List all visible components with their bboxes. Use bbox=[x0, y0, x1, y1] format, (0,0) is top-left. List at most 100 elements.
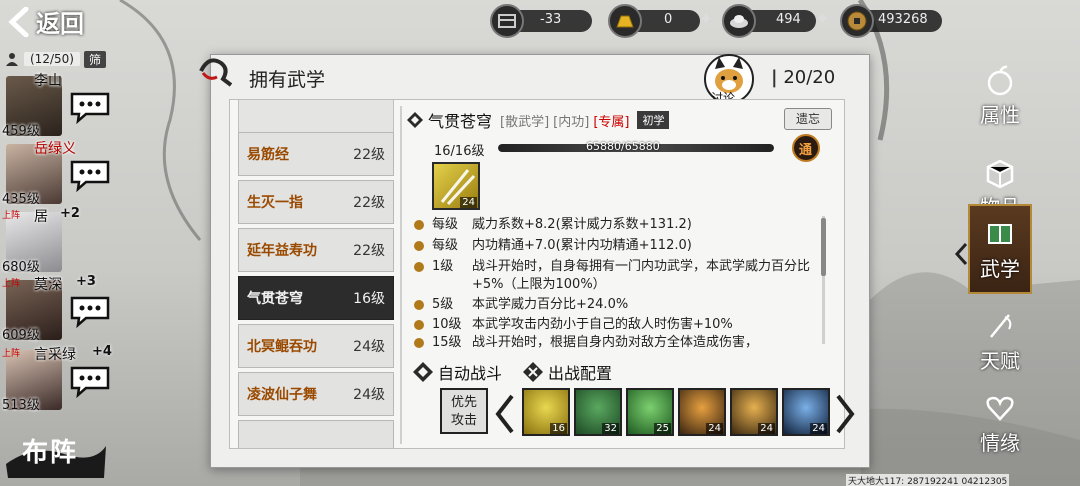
skill-list-item[interactable] bbox=[238, 420, 394, 448]
exp-text: 65880/65880 bbox=[586, 140, 660, 153]
back-button[interactable]: 返回 bbox=[8, 4, 84, 39]
slot-level: 16 bbox=[550, 423, 567, 434]
effects-scrollbar-thumb[interactable] bbox=[821, 218, 826, 276]
resource-value: 493268 bbox=[878, 12, 928, 27]
skill-list-item-selected[interactable]: 气贯苍穹 16级 bbox=[238, 276, 394, 320]
bullet-icon bbox=[414, 320, 424, 330]
rank-plus: +2 bbox=[60, 206, 80, 221]
chevron-left-icon[interactable] bbox=[494, 394, 516, 434]
auto-battle-label: 自动战斗 bbox=[438, 364, 503, 383]
battle-config-option[interactable]: 出战配置 bbox=[522, 360, 612, 384]
skill-name: 凌波仙子舞 bbox=[247, 387, 317, 403]
gold-bar-icon bbox=[608, 4, 642, 38]
skill-level: 24级 bbox=[353, 339, 385, 355]
tab-talents[interactable]: 天赋 bbox=[968, 296, 1032, 386]
priority-attack-button[interactable]: 优先 攻击 bbox=[440, 388, 488, 434]
effect-level: 15级 bbox=[432, 335, 462, 348]
equipped-skill-slot[interactable]: 24 bbox=[782, 388, 830, 436]
copper-coin-icon bbox=[840, 4, 874, 38]
effect-row: 15级 战斗开始时，根据自身内劲对敌方全体造成伤害， bbox=[410, 334, 820, 348]
character-name: 岳绿义 bbox=[34, 141, 76, 157]
needle-icon bbox=[990, 313, 1012, 338]
skill-level: 24级 bbox=[353, 387, 385, 403]
skill-list-item[interactable]: 易筋经 22级 bbox=[238, 132, 394, 176]
forget-button[interactable]: 遗忘 bbox=[784, 108, 832, 130]
filter-button[interactable]: 筛 bbox=[83, 50, 106, 68]
formation-button[interactable]: 布阵 bbox=[4, 424, 108, 480]
chevron-left-icon bbox=[954, 242, 968, 266]
bullet-icon bbox=[414, 262, 424, 272]
character-card[interactable]: 李山 459级 bbox=[0, 70, 120, 139]
bullet-icon bbox=[414, 338, 424, 348]
skill-list: 易筋经 22级 生灭一指 22级 延年益寿功 22级 气贯苍穹 16级 北冥鲲吞功 24级… bbox=[238, 100, 398, 448]
skill-icon[interactable]: 24 bbox=[432, 162, 480, 210]
effect-text: 本武学威力百分比+24.0% bbox=[472, 297, 629, 312]
tong-badge[interactable]: 通 bbox=[792, 134, 820, 162]
add-gold-button[interactable]: ✦ bbox=[696, 10, 716, 30]
skill-list-item[interactable]: 生灭一指 22级 bbox=[238, 180, 394, 224]
on-field-badge: 上阵 bbox=[2, 349, 21, 359]
exclusive-tag: [专属] bbox=[593, 114, 630, 130]
effect-text: 战斗开始时，根据自身内劲对敌方全体造成伤害， bbox=[472, 335, 759, 348]
effect-text: 本武学攻击内劲小于自己的敌人时伤害+10% bbox=[472, 317, 733, 332]
add-silver-button[interactable]: ✦ bbox=[812, 10, 832, 30]
tab-martial-arts[interactable]: 武学 bbox=[954, 204, 1032, 294]
character-name: 言采绿 bbox=[34, 347, 76, 363]
character-level: 609级 bbox=[2, 328, 40, 343]
equipped-skill-slot[interactable]: 24 bbox=[678, 388, 726, 436]
skill-list-item[interactable] bbox=[238, 100, 394, 134]
back-label: 返回 bbox=[36, 10, 84, 38]
chat-bubble-icon[interactable] bbox=[68, 90, 112, 124]
character-card[interactable]: 上阵 居 +2 680级 bbox=[0, 206, 120, 275]
auto-battle-option[interactable]: 自动战斗 bbox=[412, 360, 502, 384]
silver-ingot-icon bbox=[722, 4, 756, 38]
effect-text: 战斗开始时，自身每拥有一门内功武学，本武学威力百分比+5%（上限为100%） bbox=[472, 259, 811, 292]
skill-icon-level: 24 bbox=[460, 197, 477, 208]
skill-title: 气贯苍穹 bbox=[428, 112, 493, 131]
character-card[interactable]: 上阵 言采绿 +4 513级 bbox=[0, 344, 120, 413]
effect-level: 每级 bbox=[432, 217, 459, 232]
diamond-icon bbox=[407, 112, 423, 128]
skill-list-item[interactable]: 延年益寿功 22级 bbox=[238, 228, 394, 272]
chat-bubble-icon[interactable] bbox=[68, 158, 112, 192]
character-card[interactable]: 岳绿义 435级 bbox=[0, 138, 120, 207]
priority-label: 优先 bbox=[450, 395, 477, 410]
character-name: 莫深 bbox=[34, 277, 62, 293]
equipped-skill-slot[interactable]: 32 bbox=[574, 388, 622, 436]
skill-name: 生灭一指 bbox=[247, 195, 303, 211]
character-card[interactable]: 上阵 莫深 +3 609级 bbox=[0, 274, 120, 343]
chat-bubble-icon[interactable] bbox=[68, 364, 112, 398]
tab-affection[interactable]: 情缘 bbox=[968, 378, 1032, 468]
skill-list-item[interactable]: 北冥鲲吞功 24级 bbox=[238, 324, 394, 368]
rank-tag: 初学 bbox=[637, 111, 670, 129]
formation-label: 布阵 bbox=[22, 438, 79, 468]
effect-level: 5级 bbox=[432, 297, 454, 312]
character-name: 居 bbox=[34, 209, 48, 225]
equipped-skill-slot[interactable]: 24 bbox=[730, 388, 778, 436]
skill-name: 北冥鲲吞功 bbox=[247, 339, 317, 355]
chevron-right-icon[interactable] bbox=[834, 394, 856, 434]
effects-list[interactable]: 每级 威力系数+8.2(累计威力系数+131.2) 每级 内功精通+7.0(累计内功… bbox=[410, 216, 830, 348]
slot-level: 24 bbox=[706, 423, 723, 434]
effect-row: 1级 战斗开始时，自身每拥有一门内功武学，本武学威力百分比+5%（上限为100%） bbox=[410, 258, 820, 294]
armor-icon bbox=[490, 4, 524, 38]
battle-config-label: 出战配置 bbox=[548, 364, 613, 383]
tong-label: 通 bbox=[799, 143, 813, 158]
effect-level: 每级 bbox=[432, 238, 459, 253]
roster-header: (12/50) 筛 bbox=[4, 50, 106, 68]
box-icon bbox=[986, 159, 1014, 188]
skill-list-scrollbar[interactable] bbox=[400, 106, 402, 444]
tab-attributes[interactable]: 属性 bbox=[968, 50, 1032, 140]
slot-level: 32 bbox=[602, 423, 619, 434]
effect-row: 10级 本武学攻击内劲小于自己的敌人时伤害+10% bbox=[410, 316, 820, 334]
skill-tag: [内功] bbox=[553, 114, 590, 130]
chat-bubble-icon[interactable] bbox=[68, 294, 112, 328]
skill-name: 延年益寿功 bbox=[247, 243, 317, 259]
skill-list-item[interactable]: 凌波仙子舞 24级 bbox=[238, 372, 394, 416]
bullet-icon bbox=[414, 241, 424, 251]
skill-level: 22级 bbox=[353, 243, 385, 259]
equipped-skill-slot[interactable]: 25 bbox=[626, 388, 674, 436]
equipped-skill-slot[interactable]: 16 bbox=[522, 388, 570, 436]
watermark: 天大地大117: 287192241 04212305 bbox=[846, 474, 1010, 486]
effect-row: 每级 威力系数+8.2(累计威力系数+131.2) bbox=[410, 216, 820, 234]
